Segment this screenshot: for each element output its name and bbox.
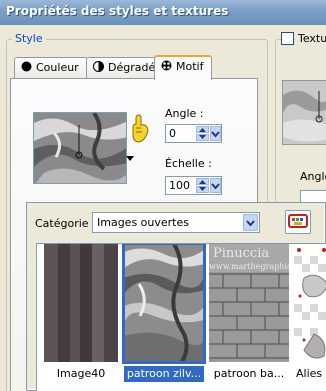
thumbnail-list: Image40 patroon zilv... Pinuccia www.mar… bbox=[36, 243, 326, 391]
thumbnail-image40[interactable]: Image40 bbox=[44, 244, 118, 391]
angle-value: 0 bbox=[169, 127, 176, 140]
watermark-name: Pinuccia bbox=[213, 246, 270, 261]
thumbnail-caption: patroon ba... bbox=[213, 367, 285, 380]
angle-spinner[interactable]: 0 bbox=[165, 124, 222, 143]
pattern-preview[interactable] bbox=[33, 112, 127, 184]
thumbnail-image bbox=[294, 244, 326, 362]
palette-button[interactable] bbox=[285, 210, 311, 234]
pattern-picker-popup: Catégorie : Images ouvertes Image40 patr… bbox=[26, 202, 326, 391]
angle-down-icon[interactable] bbox=[196, 134, 209, 141]
thumbnail-patroon-bricks[interactable]: Pinuccia www.marthegraphic.eu patroon ba… bbox=[209, 244, 289, 391]
preview-dropdown-icon[interactable] bbox=[126, 152, 134, 161]
pattern-icon bbox=[161, 60, 172, 71]
category-select[interactable]: Images ouvertes bbox=[92, 212, 260, 233]
angle-label: Angle : bbox=[165, 107, 204, 120]
thumbnail-alies-3[interactable]: Alies 3 bbox=[294, 244, 326, 391]
window-title: Propriétés des styles et textures bbox=[6, 4, 229, 18]
texture-angle-label: Angle bbox=[300, 170, 326, 183]
color-dot-icon bbox=[21, 61, 32, 72]
thumbnail-image: Pinuccia www.marthegraphic.eu bbox=[209, 244, 289, 362]
tab-degrade-label: Dégradé bbox=[108, 61, 156, 74]
hand-cursor-icon bbox=[130, 114, 150, 144]
palette-icon bbox=[288, 214, 308, 228]
gradient-icon bbox=[93, 61, 104, 72]
category-value: Images ouvertes bbox=[97, 216, 189, 229]
tab-degrade[interactable]: Dégradé bbox=[86, 57, 156, 78]
angle-updown[interactable] bbox=[196, 126, 209, 141]
style-group-label: Style bbox=[12, 32, 46, 45]
thumbnail-patroon-zilver[interactable]: patroon zilv... bbox=[122, 244, 206, 391]
texture-checkbox[interactable] bbox=[281, 32, 294, 45]
tab-couleur[interactable]: Couleur bbox=[14, 57, 88, 78]
scale-value: 100 bbox=[169, 179, 190, 192]
thumbnail-caption: Image40 bbox=[56, 367, 106, 380]
thumbnail-image bbox=[44, 244, 118, 362]
thumbnail-caption: Alies 3 bbox=[296, 367, 326, 380]
tab-motif-label: Motif bbox=[176, 60, 204, 73]
scale-down-icon[interactable] bbox=[196, 186, 209, 193]
scale-label: Échelle : bbox=[165, 157, 212, 170]
texture-preview[interactable] bbox=[282, 80, 326, 145]
scale-dropdown-icon[interactable] bbox=[210, 178, 221, 193]
angle-up-icon[interactable] bbox=[196, 126, 209, 133]
category-chevron-down-icon[interactable] bbox=[243, 214, 258, 231]
category-label: Catégorie : bbox=[35, 217, 96, 230]
watermark-url: www.marthegraphic.eu bbox=[209, 262, 289, 271]
thumbnail-image bbox=[122, 244, 206, 364]
tab-couleur-label: Couleur bbox=[36, 61, 79, 74]
tab-motif[interactable]: Motif bbox=[154, 55, 212, 80]
scale-up-icon[interactable] bbox=[196, 178, 209, 185]
texture-group-label: Texture bbox=[295, 32, 326, 45]
scale-updown[interactable] bbox=[196, 178, 209, 193]
angle-dropdown-icon[interactable] bbox=[210, 126, 221, 141]
scale-spinner[interactable]: 100 bbox=[165, 176, 222, 195]
thumbnail-caption: patroon zilv... bbox=[124, 366, 204, 382]
title-bar[interactable]: Propriétés des styles et textures bbox=[0, 0, 326, 25]
